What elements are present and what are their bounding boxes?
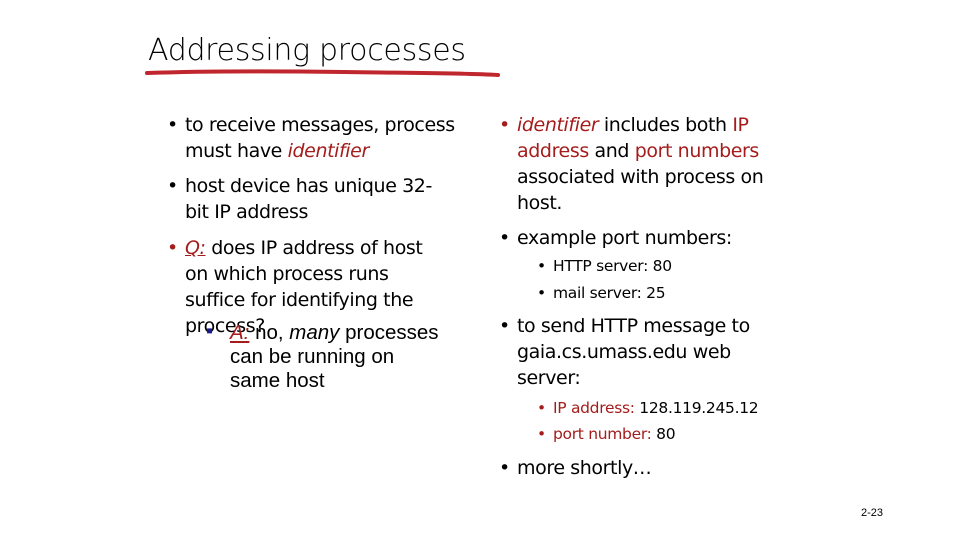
text-line: to send HTTP message to — [517, 315, 750, 337]
ip-highlight: IP — [732, 114, 749, 136]
bullet-dot: • — [167, 175, 178, 197]
text-line: server: — [517, 367, 581, 389]
text-span: must have — [185, 140, 288, 162]
text-line: can be running on — [230, 345, 395, 368]
identifier-emphasis: identifier — [517, 114, 599, 136]
bullet-dot: • — [499, 457, 510, 479]
right-bullet-more-shortly: • more shortly… — [499, 455, 652, 481]
port-number-value: 80 — [651, 425, 676, 443]
bullet-dot: • — [537, 284, 546, 302]
text-span: no, — [249, 321, 290, 344]
many-emphasis: many — [289, 321, 340, 344]
answer-bullet-icon: ▪ — [206, 320, 214, 342]
text-line: host device has unique 32- — [185, 175, 432, 197]
sub-mail-port: • mail server: 25 — [537, 280, 666, 306]
address-highlight: address — [517, 140, 589, 162]
bullet-dot: • — [167, 237, 178, 259]
sub-ip-address: • IP address: 128.119.245.12 — [537, 395, 759, 421]
port-numbers-highlight: port numbers — [634, 140, 760, 162]
bullet-dot: • — [499, 315, 510, 337]
port-number-label: port number: — [553, 425, 652, 443]
slide-title: Addressing processes — [148, 33, 466, 68]
answer-label: A: — [230, 321, 250, 344]
text-line: to receive messages, process — [185, 114, 455, 136]
right-bullet-send-http: • to send HTTP message to gaia.cs.umass.… — [499, 313, 750, 391]
left-bullet-host-device: • host device has unique 32- bit IP addr… — [167, 173, 432, 225]
left-answer: ▪ A: no, many processes can be running o… — [206, 320, 439, 393]
bullet-dot: • — [167, 114, 178, 136]
bullet-dot: • — [499, 227, 510, 249]
text-line: more shortly… — [517, 457, 652, 479]
page-number: 2-23 — [861, 507, 884, 519]
right-bullet-example-ports: • example port numbers: — [499, 225, 732, 251]
text-span: includes both — [598, 114, 733, 136]
bullet-dot: • — [537, 425, 546, 443]
text-line: on which process runs — [185, 263, 389, 285]
question-label: Q: — [185, 237, 206, 259]
text-line: host. — [517, 192, 563, 214]
sub-http-port: • HTTP server: 80 — [537, 253, 672, 279]
text-span: and — [588, 140, 635, 162]
text-line: associated with process on — [517, 166, 764, 188]
text-line: identifier includes both IP — [517, 112, 763, 138]
text-span: does IP address of host — [205, 237, 423, 259]
text-line: bit IP address — [185, 201, 308, 223]
identifier-emphasis: identifier — [287, 140, 370, 162]
text-line: suffice for identifying the — [185, 289, 414, 311]
bullet-dot: • — [537, 399, 546, 417]
text-span: processes — [339, 321, 439, 344]
text-line: address and port numbers — [517, 138, 763, 164]
text-line: gaia.cs.umass.edu web — [517, 341, 731, 363]
text-span: mail server: 25 — [553, 284, 666, 302]
left-bullet-receive: • to receive messages, process must have… — [167, 112, 455, 164]
ip-address-label: IP address: — [553, 399, 635, 417]
bullet-dot: • — [537, 257, 546, 275]
right-bullet-identifier: • identifier includes both IP address an… — [499, 112, 764, 216]
sub-port-number: • port number: 80 — [537, 421, 676, 447]
text-line: example port numbers: — [517, 227, 732, 249]
text-line: same host — [230, 369, 325, 392]
title-underline — [145, 69, 500, 77]
ip-address-value: 128.119.245.12 — [634, 399, 759, 417]
text-line: must have identifier — [185, 138, 455, 164]
text-line: Q: does IP address of host — [185, 235, 423, 261]
text-span: HTTP server: 80 — [553, 257, 672, 275]
text-line: A: no, many processes — [230, 321, 439, 345]
bullet-dot: • — [499, 114, 510, 136]
